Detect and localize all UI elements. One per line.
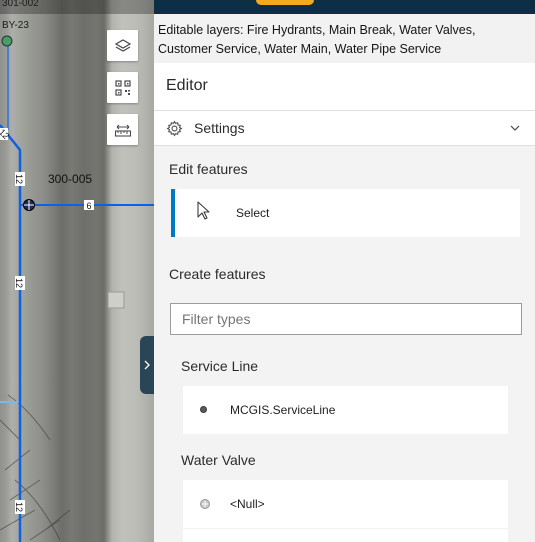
editor-content: Edit features Select Create features Ser… (154, 146, 535, 542)
group-title-service-line: Service Line (181, 358, 259, 374)
group-title-water-valve: Water Valve (181, 452, 256, 468)
feature-type-water-valve[interactable]: <Null> (183, 480, 508, 528)
tree-shadows (0, 394, 71, 541)
app-header-bar (154, 0, 535, 14)
layers-icon (114, 38, 131, 52)
header-accent (256, 0, 314, 5)
settings-toggle[interactable]: Settings (154, 111, 535, 146)
map-label-top-2: BY-23 (2, 20, 29, 31)
edit-features-title: Edit features (169, 161, 248, 177)
hydrant-id-label: 300-005 (48, 172, 93, 186)
select-tool-button[interactable]: Select (171, 189, 520, 237)
settings-label: Settings (194, 120, 245, 136)
chevron-down-icon (510, 125, 520, 131)
select-label: Select (236, 206, 270, 220)
valve-symbol-icon (200, 499, 210, 509)
gear-icon (166, 120, 183, 137)
qr-code-button[interactable] (107, 72, 138, 103)
point-marker (1, 35, 13, 47)
filter-types-input[interactable] (170, 303, 522, 335)
feature-type-card-partial[interactable] (183, 529, 508, 542)
cursor-icon (197, 201, 210, 220)
collapse-panel-tab[interactable] (140, 336, 154, 394)
editable-layers-text: Editable layers: Fire Hydrants, Main Bre… (158, 23, 476, 56)
point-symbol-icon (200, 406, 207, 413)
layers-button[interactable] (107, 30, 138, 61)
hydrant-marker (23, 199, 35, 211)
measure-icon (114, 124, 131, 137)
feature-type-label: MCGIS.ServiceLine (230, 403, 336, 417)
measure-button[interactable] (107, 114, 138, 145)
editable-layers-notice: Editable layers: Fire Hydrants, Main Bre… (154, 14, 535, 63)
pipe-size-label-a: 12 (14, 174, 24, 184)
map-view[interactable]: 12 12 12 6 12 301-002 BY-23 300-005 (0, 0, 154, 542)
chevron-right-icon (144, 360, 150, 370)
editor-panel: Editable layers: Fire Hydrants, Main Bre… (154, 0, 535, 542)
feature-type-label: <Null> (230, 497, 265, 511)
editor-title: Editor (154, 63, 535, 111)
pipe-size-label-e: 6 (86, 201, 91, 211)
pipe-size-label-b: 12 (14, 278, 24, 288)
feature-type-service-line[interactable]: MCGIS.ServiceLine (183, 386, 508, 434)
create-features-title: Create features (169, 266, 266, 282)
water-main-vertical (0, 124, 22, 542)
map-structure-box (107, 291, 125, 309)
pipe-size-label-c: 12 (14, 502, 24, 512)
qr-code-icon (114, 79, 131, 96)
map-label-top-1: 301-002 (2, 0, 39, 9)
